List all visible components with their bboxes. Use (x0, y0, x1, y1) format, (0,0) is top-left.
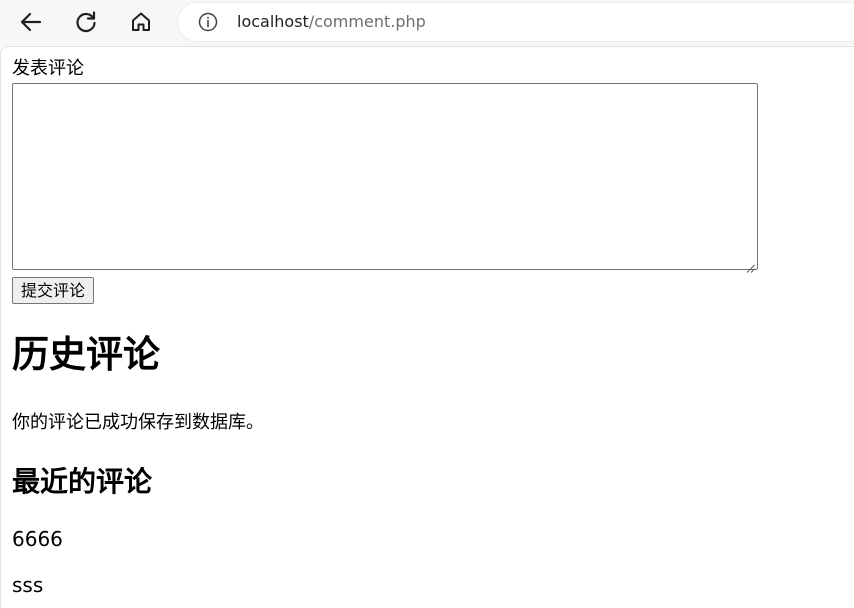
comment-item: sss (12, 573, 44, 597)
info-icon[interactable] (198, 12, 218, 32)
url-path: /comment.php (308, 12, 426, 31)
back-button[interactable] (15, 6, 47, 38)
home-icon (129, 10, 153, 34)
save-status-message: 你的评论已成功保存到数据库。 (12, 412, 264, 433)
page-content: 发表评论 提交评论 历史评论 你的评论已成功保存到数据库。 最近的评论 6666… (0, 46, 854, 608)
back-arrow-icon (18, 9, 44, 35)
url-host: localhost (237, 12, 309, 31)
submit-comment-button[interactable]: 提交评论 (12, 277, 95, 304)
address-bar[interactable]: localhost/comment.php (178, 3, 854, 41)
home-button[interactable] (125, 6, 157, 38)
history-title: 历史评论 (12, 333, 160, 376)
recent-comments-title: 最近的评论 (12, 465, 153, 498)
reload-icon (73, 9, 99, 35)
browser-toolbar: localhost/comment.php (0, 0, 854, 44)
comment-textarea[interactable] (12, 83, 758, 273)
url-text[interactable]: localhost/comment.php (237, 12, 426, 32)
resize-grip-icon[interactable] (746, 258, 755, 273)
reload-button[interactable] (70, 6, 102, 38)
comment-item: 6666 (12, 527, 63, 551)
comment-form-label: 发表评论 (12, 58, 84, 79)
